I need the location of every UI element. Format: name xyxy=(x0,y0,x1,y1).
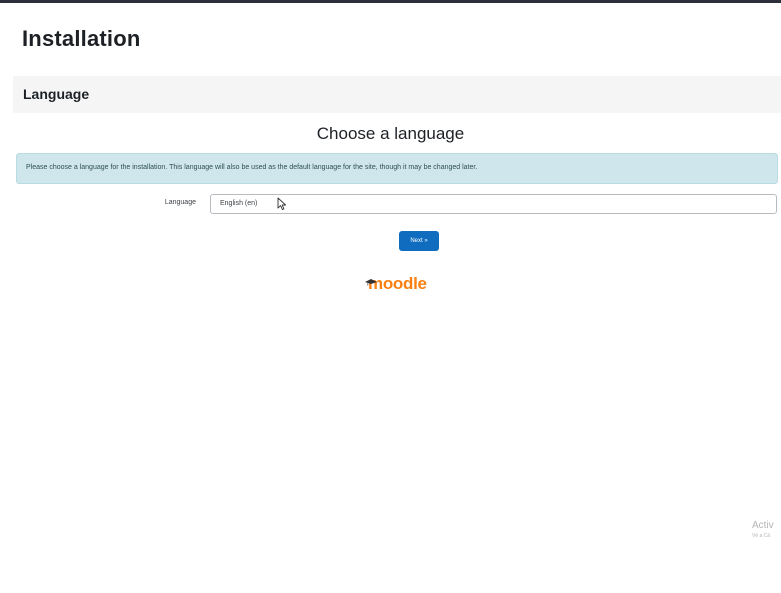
watermark-subtitle: Vè a Cà xyxy=(752,533,771,539)
info-alert-text: Please choose a language for the install… xyxy=(26,164,478,171)
section-title: Language xyxy=(23,86,90,102)
choose-language-heading: Choose a language xyxy=(316,124,465,143)
language-select-value: English (en) xyxy=(220,200,258,207)
watermark-title: Activ xyxy=(752,520,774,531)
language-label: Language xyxy=(164,199,196,206)
info-alert: Please choose a language for the install… xyxy=(16,153,778,184)
mouse-pointer-icon xyxy=(277,197,287,211)
next-button[interactable]: Next » xyxy=(399,231,439,251)
page-title: Installation xyxy=(22,26,141,51)
window-top-border xyxy=(0,0,781,3)
section-header: Language xyxy=(13,76,781,113)
graduation-cap-icon xyxy=(365,279,377,286)
activation-watermark: Activ Vè a Cà xyxy=(752,520,774,539)
language-select[interactable]: English (en) xyxy=(210,194,777,214)
moodle-logo: moodle xyxy=(365,274,433,294)
